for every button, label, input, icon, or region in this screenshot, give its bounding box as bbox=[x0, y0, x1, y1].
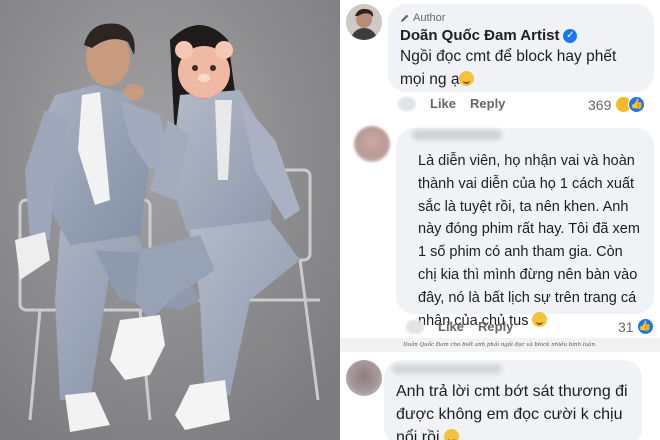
commenter-avatar-blurred[interactable] bbox=[354, 126, 390, 162]
comment-text: Anh trả lời cmt bớt sát thương đi được k… bbox=[396, 380, 630, 440]
comment-reactions[interactable]: 31 👍 bbox=[618, 318, 654, 335]
author-comment-actions: Like Reply bbox=[398, 96, 505, 111]
blurred-timestamp bbox=[398, 96, 416, 111]
smile-emoji-icon bbox=[532, 311, 548, 327]
author-avatar-image bbox=[346, 4, 382, 40]
commenter-name[interactable]: Doãn Quốc Đam Artist bbox=[400, 27, 559, 44]
comment-text: Là diễn viên, họ nhận vai và hoàn thành … bbox=[418, 150, 640, 332]
photo-caption: Doãn Quốc Đam cho biết anh phải ngồi đọc… bbox=[340, 338, 660, 352]
like-link[interactable]: Like bbox=[438, 319, 464, 334]
comment-text-content: Anh trả lời cmt bớt sát thương đi được k… bbox=[396, 383, 628, 440]
verified-badge-icon: ✓ bbox=[563, 28, 578, 43]
comments-panel: Author Doãn Quốc Đam Artist ✓ Ngồi đọc c… bbox=[340, 0, 660, 440]
pen-icon bbox=[401, 14, 409, 22]
author-badge-label: Author bbox=[413, 11, 446, 24]
comment-actions: Like Reply bbox=[406, 319, 513, 334]
like-reaction-icon: 👍 bbox=[628, 96, 646, 113]
author-badge: Author bbox=[400, 10, 642, 25]
couple-photo-illustration bbox=[0, 0, 340, 440]
comment-text: Ngồi đọc cmt để block hay phết mọi ng ạ bbox=[400, 45, 642, 91]
reaction-count: 31 bbox=[618, 318, 634, 335]
author-avatar[interactable] bbox=[346, 4, 382, 40]
blurred-commenter-name bbox=[392, 364, 502, 374]
blurred-commenter-name bbox=[412, 130, 502, 140]
comment-bubble: Anh trả lời cmt bớt sát thương đi được k… bbox=[384, 360, 642, 440]
commenter-avatar-blurred[interactable] bbox=[346, 360, 382, 396]
comment-text-content: Là diễn viên, họ nhận vai và hoàn thành … bbox=[418, 153, 640, 329]
like-link[interactable]: Like bbox=[430, 96, 456, 111]
reaction-count: 369 bbox=[588, 96, 612, 113]
comment-bubble: Là diễn viên, họ nhận vai và hoàn thành … bbox=[396, 128, 654, 329]
reply-link[interactable]: Reply bbox=[470, 96, 505, 111]
smile-emoji-icon bbox=[459, 71, 475, 86]
blurred-timestamp bbox=[406, 319, 424, 334]
author-comment-bubble: Author Doãn Quốc Đam Artist ✓ Ngồi đọc c… bbox=[388, 4, 654, 92]
post-photo[interactable] bbox=[0, 0, 340, 440]
author-comment-reactions[interactable]: 369 👍 bbox=[588, 96, 646, 113]
like-reaction-icon: 👍 bbox=[636, 318, 654, 335]
rofl-emoji-icon bbox=[444, 429, 460, 440]
comment-text-content: Ngồi đọc cmt để block hay phết mọi ng ạ bbox=[400, 48, 617, 88]
reply-link[interactable]: Reply bbox=[478, 319, 513, 334]
